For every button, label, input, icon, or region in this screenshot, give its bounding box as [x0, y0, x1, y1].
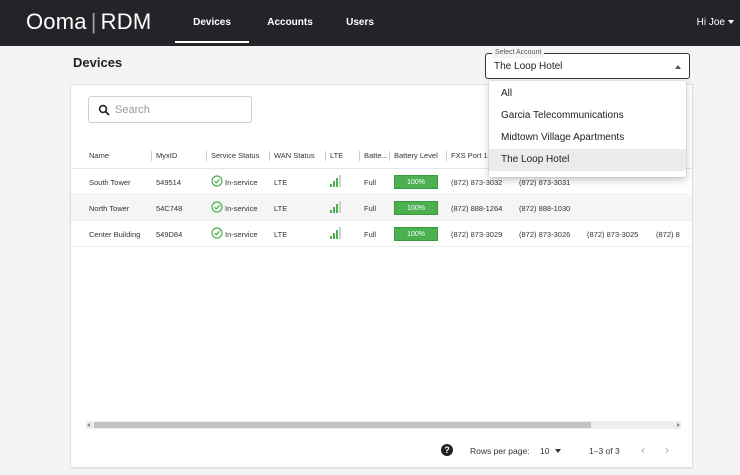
chevron-down-icon[interactable]: [555, 449, 561, 453]
help-icon[interactable]: ?: [441, 444, 453, 456]
dropdown-option-the-loop-hotel[interactable]: The Loop Hotel: [489, 149, 686, 171]
cell-wan-status: LTE: [274, 204, 288, 213]
scroll-right-arrow-icon[interactable]: [677, 423, 680, 427]
cell-fxs-port-2: (872) 873-3026: [519, 230, 571, 239]
cell-wan-status: LTE: [274, 230, 288, 239]
column-header-name[interactable]: Name: [89, 151, 109, 161]
nav-tab-accounts[interactable]: Accounts: [260, 0, 320, 46]
dropdown-option-midtown-village-apartments[interactable]: Midtown Village Apartments: [489, 127, 686, 149]
lte-signal-icon: [330, 201, 342, 213]
rows-per-page-select[interactable]: 10: [540, 446, 549, 456]
table-row[interactable]: North Tower 54C748 In-service LTE Full 1…: [71, 196, 692, 221]
chevron-down-icon: [728, 20, 734, 25]
cell-fxs-port-1: (872) 873-3029: [451, 230, 503, 239]
check-circle-icon: [211, 201, 223, 213]
pagination-footer: ? Rows per page: 10 1–3 of 3 ‹ ›: [71, 437, 692, 465]
cell-battery: Full: [364, 178, 377, 187]
horizontal-scrollbar[interactable]: [86, 421, 681, 429]
cell-myxid: 549514: [156, 178, 182, 187]
page-title: Devices: [73, 55, 123, 70]
product-name: RDM: [100, 9, 152, 34]
battery-level-text: 100%: [407, 231, 425, 238]
lte-signal-icon: [330, 175, 342, 187]
battery-level-bar: 100%: [394, 201, 438, 215]
column-header-myxid[interactable]: MyxID: [150, 151, 177, 161]
user-greeting: Hi Joe: [696, 17, 725, 28]
pagination-range: 1–3 of 3: [589, 446, 620, 456]
ooma-rdm-logo[interactable]: Ooma | RDM: [26, 9, 151, 35]
cell-battery: Full: [364, 204, 377, 213]
battery-level-bar: 100%: [394, 227, 438, 241]
cell-myxid: 549D84: [156, 230, 183, 239]
search-placeholder: Search: [115, 104, 150, 116]
check-circle-icon: [211, 227, 223, 239]
cell-fxs-port-1: (872) 888-1264: [451, 204, 503, 213]
top-nav-bar: Ooma | RDM Devices Accounts Users Hi Joe: [0, 0, 740, 46]
search-input[interactable]: Search: [88, 96, 252, 123]
user-menu[interactable]: Hi Joe: [697, 0, 734, 46]
cell-wan-status: LTE: [274, 178, 288, 187]
column-header-battery[interactable]: Batte...: [359, 151, 388, 161]
cell-fxs-port-2: (872) 888-1030: [519, 204, 571, 213]
cell-name: Center Building: [89, 230, 141, 239]
brand-name: Ooma: [26, 9, 87, 34]
brand-separator: |: [90, 9, 97, 34]
cell-myxid: 54C748: [156, 204, 183, 213]
dropdown-option-garcia-telecommunications[interactable]: Garcia Telecommunications: [489, 105, 686, 127]
scrollbar-thumb[interactable]: [94, 422, 591, 428]
nav-tab-devices[interactable]: Devices: [175, 0, 249, 46]
table-row[interactable]: Center Building 549D84 In-service LTE Fu…: [71, 222, 692, 247]
rows-per-page-label: Rows per page:: [470, 446, 530, 456]
column-header-fxs-port-1[interactable]: FXS Port 1: [446, 151, 488, 161]
chevron-up-icon: [675, 65, 681, 69]
cell-service-status: In-service: [225, 230, 258, 239]
column-header-wan-status[interactable]: WAN Status: [269, 151, 315, 161]
lte-signal-icon: [330, 227, 342, 239]
scroll-left-arrow-icon[interactable]: [87, 423, 90, 427]
account-select-label: Select Account: [492, 48, 545, 58]
cell-service-status: In-service: [225, 178, 258, 187]
search-icon: [98, 104, 110, 116]
cell-service-status: In-service: [225, 204, 258, 213]
account-dropdown-menu: All Garcia Telecommunications Midtown Vi…: [489, 81, 686, 177]
battery-level-text: 100%: [407, 179, 425, 186]
check-circle-icon: [211, 175, 223, 187]
next-page-button[interactable]: ›: [665, 443, 669, 457]
cell-fxs-port-4: (872) 8: [656, 230, 680, 239]
column-header-battery-level[interactable]: Battery Level: [389, 151, 438, 161]
cell-battery: Full: [364, 230, 377, 239]
column-header-service-status[interactable]: Service Status: [205, 151, 259, 161]
cell-fxs-port-2: (872) 873-3031: [519, 178, 571, 187]
cell-name: North Tower: [89, 204, 130, 213]
account-select-value: The Loop Hotel: [494, 61, 563, 72]
cell-fxs-port-3: (872) 873-3025: [587, 230, 639, 239]
battery-level-text: 100%: [407, 205, 425, 212]
battery-level-bar: 100%: [394, 175, 438, 189]
cell-fxs-port-1: (872) 873-3032: [451, 178, 503, 187]
cell-name: South Tower: [89, 178, 131, 187]
account-select[interactable]: Select Account The Loop Hotel: [485, 48, 690, 79]
dropdown-option-all[interactable]: All: [489, 83, 686, 105]
column-header-lte[interactable]: LTE: [324, 151, 343, 161]
previous-page-button[interactable]: ‹: [641, 443, 645, 457]
nav-tab-users[interactable]: Users: [340, 0, 380, 46]
